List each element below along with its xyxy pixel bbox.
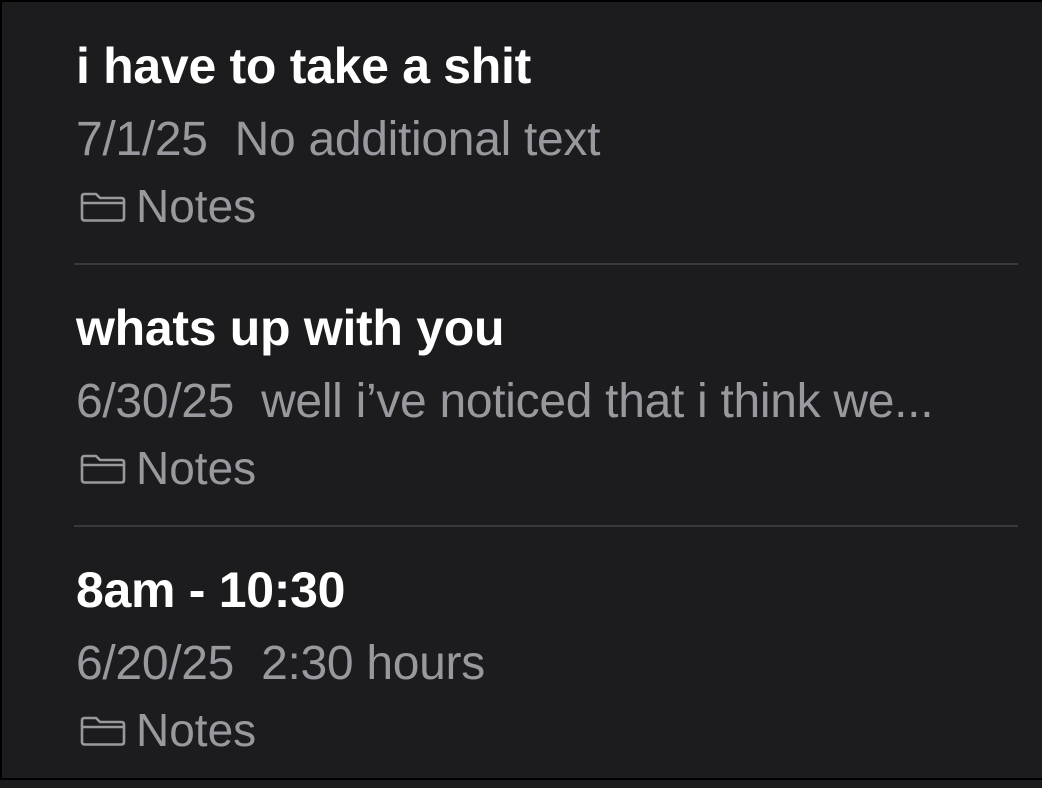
note-folder: Notes: [78, 177, 256, 235]
note-preview: well i’ve noticed that i think we...: [261, 375, 934, 428]
note-folder: Notes: [78, 701, 256, 759]
note-meta: 7/1/25 No additional text: [76, 111, 600, 169]
folder-label: Notes: [136, 442, 257, 494]
folder-label: Notes: [136, 704, 257, 756]
note-title: i have to take a shit: [76, 38, 531, 94]
note-meta: 6/30/25 well i’ve noticed that i think we…: [76, 373, 934, 431]
note-meta: 6/20/25 2:30 hours: [76, 635, 485, 693]
note-row[interactable]: i have to take a shit 7/1/25 No additiona…: [74, 2, 1018, 265]
note-folder: Notes: [78, 439, 256, 497]
notes-list: i have to take a shit 7/1/25 No additiona…: [0, 0, 1042, 780]
note-row[interactable]: whats up with you 6/30/25 well i’ve notic…: [74, 264, 1018, 527]
note-title: whats up with you: [76, 300, 505, 356]
note-date: 6/20/25: [76, 637, 235, 690]
note-preview: No additional text: [234, 113, 601, 166]
note-preview: 2:30 hours: [261, 637, 485, 690]
folder-icon: [78, 190, 128, 224]
folder-label: Notes: [136, 180, 257, 232]
note-date: 6/30/25: [76, 375, 235, 428]
folder-icon: [78, 714, 128, 748]
note-row[interactable]: 8am - 10:30 6/20/25 2:30 hours Notes: [74, 526, 1018, 788]
note-date: 7/1/25: [76, 113, 208, 166]
note-title: 8am - 10:30: [76, 562, 346, 618]
folder-icon: [78, 452, 128, 486]
